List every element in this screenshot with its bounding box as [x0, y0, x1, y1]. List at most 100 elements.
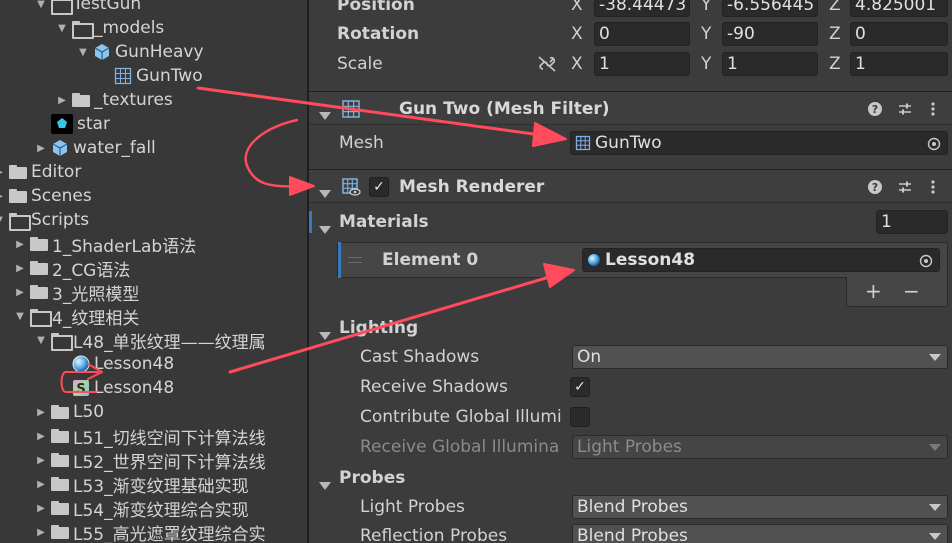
dropdown-caret-icon	[929, 444, 941, 451]
folder-open-icon	[30, 309, 52, 327]
light-probes-dropdown[interactable]: Blend Probes	[572, 495, 948, 519]
reflection-probes-dropdown[interactable]: Blend Probes	[572, 524, 948, 543]
cast-shadows-dropdown[interactable]: On	[572, 345, 948, 369]
project-item-label: 2_CG语法	[52, 260, 131, 281]
presets-icon[interactable]	[895, 99, 915, 119]
materials-list: Element 0 Lesson48	[337, 242, 948, 278]
project-item[interactable]: ▶ 3_光照模型	[12, 280, 139, 305]
expand-arrow-down-icon[interactable]: ▼	[12, 308, 28, 324]
contribute-gi-checkbox[interactable]	[570, 407, 590, 427]
expand-arrow-down-icon[interactable]: ▼	[33, 332, 49, 348]
project-item[interactable]: GunTwo	[96, 64, 203, 88]
expand-arrow-right-icon[interactable]: ▶	[33, 452, 49, 468]
add-element-button[interactable]: +	[865, 279, 882, 303]
expand-arrow-right-icon[interactable]: ▶	[33, 404, 49, 420]
constrain-proportions-icon[interactable]	[537, 55, 557, 78]
scale-z-field[interactable]: 1	[850, 52, 948, 76]
expand-arrow-down-icon[interactable]: ▼	[0, 212, 7, 228]
project-item[interactable]: ▼ Scripts	[0, 208, 89, 232]
rotation-x-field[interactable]: 0	[594, 22, 690, 46]
rotation-z-field[interactable]: 0	[850, 22, 948, 46]
mesh-renderer-header[interactable]: ✓ Mesh Renderer ?	[309, 169, 952, 203]
expand-arrow-right-icon[interactable]: ▶	[33, 476, 49, 492]
expand-arrow-down-icon[interactable]: ▼	[33, 0, 49, 12]
expand-arrow-right-icon[interactable]: ▶	[0, 164, 7, 180]
remove-element-button[interactable]: −	[903, 279, 920, 303]
materials-row[interactable]: Materials 1	[309, 207, 952, 237]
scale-y-field[interactable]: 1	[722, 52, 818, 76]
project-item[interactable]: ▼ 4_纹理相关	[12, 304, 139, 329]
scale-y-axis: Y	[701, 54, 712, 74]
rotation-y-field[interactable]: -90	[722, 22, 818, 46]
project-item[interactable]: S Lesson48	[54, 376, 174, 400]
help-icon[interactable]: ?	[865, 99, 885, 119]
materials-size-field[interactable]: 1	[876, 210, 948, 234]
material-sphere-icon	[587, 253, 601, 267]
mesh-asset-icon	[575, 135, 591, 151]
prefab-icon	[51, 139, 69, 157]
project-item[interactable]: Lesson48	[54, 352, 174, 376]
svg-text:?: ?	[872, 103, 878, 116]
expand-arrow-right-icon[interactable]: ▶	[0, 188, 7, 204]
project-item[interactable]: ▶ L50	[33, 400, 104, 424]
folder-icon	[51, 429, 69, 443]
expand-arrow-right-icon[interactable]: ▶	[33, 500, 49, 516]
project-item[interactable]: star	[33, 112, 110, 136]
svg-text:?: ?	[872, 181, 878, 194]
project-item[interactable]: ▶ L55_高光遮罩纹理综合实	[33, 520, 265, 543]
project-item-label: 1_ShaderLab语法	[52, 236, 197, 257]
project-item[interactable]: ▶ 1_ShaderLab语法	[12, 232, 197, 257]
project-item[interactable]: ▶ L54_渐变纹理综合实现	[33, 496, 249, 521]
folder-open-icon	[72, 21, 94, 39]
project-item[interactable]: ▶ L53_渐变纹理基础实现	[33, 472, 248, 497]
mesh-filter-foldout-icon[interactable]	[319, 105, 331, 125]
project-item[interactable]: ▶ _textures	[54, 88, 173, 112]
probes-section[interactable]: Probes	[309, 463, 952, 493]
light-probes-value: Blend Probes	[577, 497, 688, 517]
project-item[interactable]: ▼ TestGun	[33, 0, 141, 16]
expand-arrow-right-icon[interactable]: ▶	[33, 140, 49, 156]
object-picker-icon[interactable]	[927, 136, 941, 154]
mesh-renderer-icon	[341, 177, 361, 202]
expand-arrow-right-icon[interactable]: ▶	[12, 236, 28, 252]
receive-shadows-checkbox[interactable]: ✓	[570, 377, 590, 397]
help-icon[interactable]: ?	[865, 177, 885, 197]
expand-arrow-right-icon[interactable]: ▶	[33, 524, 49, 540]
project-item[interactable]: ▼ GunHeavy	[75, 40, 203, 64]
expand-arrow-right-icon[interactable]: ▶	[54, 92, 70, 108]
project-item-label: L54_渐变纹理综合实现	[73, 500, 249, 521]
project-item[interactable]: ▼ _models	[54, 16, 164, 40]
expand-arrow-right-icon[interactable]: ▶	[33, 428, 49, 444]
presets-icon[interactable]	[895, 177, 915, 197]
scale-x-field[interactable]: 1	[594, 52, 690, 76]
position-x-field[interactable]: -38.44473	[594, 0, 690, 17]
receive-shadows-row: Receive Shadows ✓	[309, 372, 952, 402]
materials-foldout-icon[interactable]	[319, 219, 331, 239]
position-y-field[interactable]: -6.556445	[722, 0, 818, 17]
mesh-object-field[interactable]: GunTwo	[570, 131, 948, 155]
expand-arrow-right-icon[interactable]: ▶	[12, 260, 28, 276]
project-item[interactable]: ▶ L51_切线空间下计算法线	[33, 424, 265, 449]
mesh-renderer-enabled-checkbox[interactable]: ✓	[369, 177, 389, 197]
mesh-icon	[114, 67, 132, 85]
project-item[interactable]: ▶ water_fall	[33, 136, 156, 160]
lighting-section[interactable]: Lighting	[309, 313, 952, 343]
mesh-filter-header[interactable]: Gun Two (Mesh Filter) ?	[309, 91, 952, 125]
expand-arrow-right-icon[interactable]: ▶	[12, 284, 28, 300]
expand-arrow-down-icon[interactable]: ▼	[54, 20, 70, 36]
drag-handle-icon[interactable]	[348, 257, 362, 263]
position-z-field[interactable]: 4.825001	[850, 0, 948, 17]
more-menu-icon[interactable]	[923, 99, 943, 119]
more-menu-icon[interactable]	[923, 177, 943, 197]
project-item[interactable]: ▶ Editor	[0, 160, 81, 184]
project-item[interactable]: ▶ L52_世界空间下计算法线	[33, 448, 265, 473]
folder-icon	[30, 261, 48, 275]
mesh-renderer-foldout-icon[interactable]	[319, 183, 331, 203]
project-item[interactable]: ▶ Scenes	[0, 184, 92, 208]
expand-arrow-down-icon[interactable]: ▼	[75, 44, 91, 60]
project-item[interactable]: ▶ 2_CG语法	[12, 256, 131, 281]
element-0-material-field[interactable]: Lesson48	[582, 248, 940, 272]
project-item[interactable]: ▼ L48_单张纹理——纹理属	[33, 328, 265, 353]
object-picker-icon[interactable]	[919, 253, 933, 271]
